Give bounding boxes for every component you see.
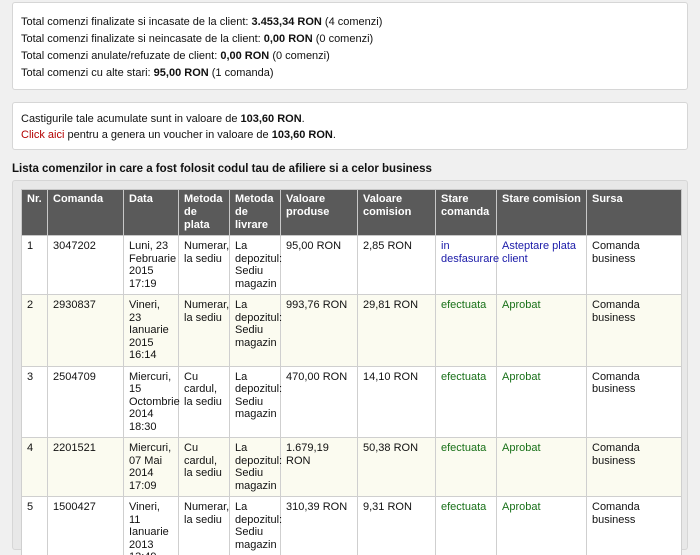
cell-livrare: La depozitul: Sediu magazin bbox=[229, 235, 282, 295]
cell-valoare: 95,00 RON bbox=[280, 235, 358, 295]
table-row: 5 1500427 Vineri, 11 Ianuarie 2013 13:49… bbox=[21, 496, 682, 555]
col-header-sursa: Sursa bbox=[586, 189, 682, 236]
cell-livrare: La depozitul: Sediu magazin bbox=[229, 437, 282, 497]
cell-comanda: 1500427 bbox=[47, 496, 124, 555]
col-header-nr: Nr. bbox=[21, 189, 48, 236]
col-header-valoare-comision: Valoare comision bbox=[357, 189, 436, 236]
cell-plata: Numerar, la sediu bbox=[178, 235, 230, 295]
cell-stare-comision: Asteptare plata client bbox=[496, 235, 587, 295]
cell-comanda: 3047202 bbox=[47, 235, 124, 295]
col-header-metoda-livrare: Metoda de livrare bbox=[229, 189, 281, 236]
cell-nr: 5 bbox=[21, 496, 48, 555]
cell-stare-comanda: efectuata bbox=[435, 294, 497, 367]
cell-nr: 3 bbox=[21, 365, 48, 438]
cell-comision: 2,85 RON bbox=[357, 235, 436, 295]
table-header-row: Nr. Comanda Data Metoda de plata Metoda … bbox=[21, 189, 682, 236]
cell-comision: 29,81 RON bbox=[357, 294, 436, 367]
cell-comanda: 2504709 bbox=[47, 365, 124, 438]
cell-comision: 50,38 RON bbox=[357, 437, 436, 497]
generate-voucher-link[interactable]: Click aici bbox=[21, 129, 64, 141]
cell-livrare: La depozitul: Sediu magazin bbox=[229, 496, 282, 555]
cell-comanda: 2930837 bbox=[47, 294, 124, 367]
cell-sursa: Comanda business bbox=[586, 496, 682, 555]
total-completed-unpaid: Total comenzi finalizate si neincasate d… bbox=[21, 33, 374, 45]
cell-valoare: 470,00 RON bbox=[280, 365, 358, 438]
col-header-metoda-plata: Metoda de plata bbox=[178, 189, 230, 236]
cell-valoare: 993,76 RON bbox=[280, 294, 358, 367]
orders-table-panel: Nr. Comanda Data Metoda de plata Metoda … bbox=[12, 180, 688, 555]
table-row: 4 2201521 Miercuri, 07 Mai 2014 17:09 Cu… bbox=[21, 437, 682, 497]
cell-livrare: La depozitul: Sediu magazin bbox=[229, 294, 282, 367]
cell-plata: Cu cardul, la sediu bbox=[178, 365, 230, 438]
cell-stare-comanda: efectuata bbox=[435, 496, 497, 555]
col-header-valoare-produse: Valoare produse bbox=[280, 189, 358, 236]
cell-comision: 14,10 RON bbox=[357, 365, 436, 438]
cell-sursa: Comanda business bbox=[586, 235, 682, 295]
cell-livrare: La depozitul: Sediu magazin bbox=[229, 365, 282, 438]
total-completed-paid: Total comenzi finalizate si incasate de … bbox=[21, 16, 383, 28]
total-other-states: Total comenzi cu alte stari: 95,00 RON (… bbox=[21, 67, 274, 79]
col-header-stare-comanda: Stare comanda bbox=[435, 189, 497, 236]
earnings-panel: Castigurile tale acumulate sunt in valoa… bbox=[12, 102, 688, 150]
cell-stare-comanda: efectuata bbox=[435, 365, 497, 438]
cell-sursa: Comanda business bbox=[586, 437, 682, 497]
cell-nr: 4 bbox=[21, 437, 48, 497]
order-totals-panel: Total comenzi finalizate si incasate de … bbox=[12, 2, 688, 90]
cell-nr: 2 bbox=[21, 294, 48, 367]
cell-stare-comision: Aprobat bbox=[496, 437, 587, 497]
cell-stare-comanda: efectuata bbox=[435, 437, 497, 497]
col-header-data: Data bbox=[123, 189, 179, 236]
orders-list-title: Lista comenzilor in care a fost folosit … bbox=[12, 163, 432, 175]
cell-plata: Numerar, la sediu bbox=[178, 496, 230, 555]
col-header-comanda: Comanda bbox=[47, 189, 124, 236]
cell-comanda: 2201521 bbox=[47, 437, 124, 497]
table-row: 2 2930837 Vineri, 23 Ianuarie 2015 16:14… bbox=[21, 294, 682, 367]
cell-data: Vineri, 23 Ianuarie 2015 16:14 bbox=[123, 294, 179, 367]
cell-data: Miercuri, 15 Octombrie 2014 18:30 bbox=[123, 365, 180, 438]
col-header-stare-comision: Stare comision bbox=[496, 189, 587, 236]
cell-data: Luni, 23 Februarie 2015 17:19 bbox=[123, 235, 179, 295]
cell-data: Vineri, 11 Ianuarie 2013 13:49 bbox=[123, 496, 179, 555]
voucher-line: Click aici pentru a genera un voucher in… bbox=[21, 129, 336, 141]
cell-stare-comanda: in desfasurare bbox=[435, 235, 499, 295]
cell-valoare: 310,39 RON bbox=[280, 496, 358, 555]
cell-comision: 9,31 RON bbox=[357, 496, 436, 555]
cell-stare-comision: Aprobat bbox=[496, 365, 587, 438]
orders-table: Nr. Comanda Data Metoda de plata Metoda … bbox=[21, 189, 682, 555]
cell-sursa: Comanda business bbox=[586, 365, 682, 438]
total-cancelled: Total comenzi anulate/refuzate de client… bbox=[21, 50, 330, 62]
table-row: 3 2504709 Miercuri, 15 Octombrie 2014 18… bbox=[21, 365, 682, 438]
cell-stare-comision: Aprobat bbox=[496, 294, 587, 367]
cell-plata: Numerar, la sediu bbox=[178, 294, 230, 367]
cell-plata: Cu cardul, la sediu bbox=[178, 437, 230, 497]
cell-valoare: 1.679,19 RON bbox=[280, 437, 358, 497]
cell-data: Miercuri, 07 Mai 2014 17:09 bbox=[123, 437, 179, 497]
accumulated-earnings: Castigurile tale acumulate sunt in valoa… bbox=[21, 113, 305, 125]
cell-sursa: Comanda business bbox=[586, 294, 682, 367]
cell-stare-comision: Aprobat bbox=[496, 496, 587, 555]
cell-nr: 1 bbox=[21, 235, 48, 295]
table-row: 1 3047202 Luni, 23 Februarie 2015 17:19 … bbox=[21, 235, 682, 295]
